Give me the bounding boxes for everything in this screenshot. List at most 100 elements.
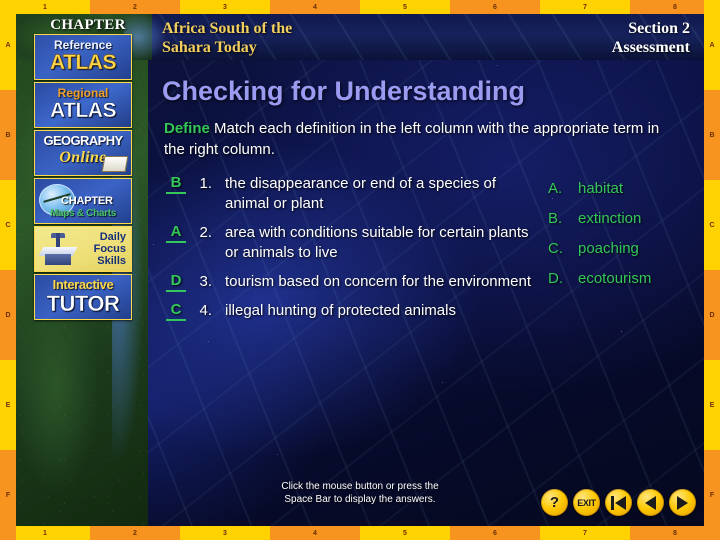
define-instructions-block: Define Match each definition in the left… (164, 118, 684, 160)
ruler-mark: F (704, 450, 720, 540)
help-button[interactable]: ? (541, 489, 568, 516)
ruler-mark: C (0, 180, 16, 270)
unit-title-line2: Sahara Today (162, 39, 257, 56)
answer-blank[interactable]: D (166, 272, 186, 292)
sidebar-item-geography-online[interactable]: GEOGRAPHY Online (34, 130, 132, 176)
definition-text: illegal hunting of protected animals (225, 302, 456, 319)
ruler-top: 12345678 (0, 0, 720, 14)
section-line1: Section 2 (628, 20, 690, 37)
slide-content: Reference ATLAS Regional ATLAS GEOGRAPHY… (16, 14, 704, 526)
term-letter: C. (548, 240, 563, 257)
ruler-mark: 6 (450, 526, 540, 540)
term-text: extinction (578, 210, 642, 227)
ruler-bottom: 12345678 (0, 526, 720, 540)
question-mark-icon: ? (549, 494, 560, 511)
reference-atlas-line1: Reference (53, 38, 113, 52)
previous-slide-button[interactable] (637, 489, 664, 516)
open-book-icon (101, 156, 129, 172)
ruler-mark: 7 (540, 0, 630, 14)
interactive-tutor-line2: TUTOR (46, 291, 120, 316)
term-item: B. extinction (548, 209, 704, 229)
ruler-mark: D (0, 270, 16, 360)
desk-lamp-icon (38, 233, 78, 265)
term-item: D. ecotourism (548, 269, 704, 289)
term-text: poaching (578, 240, 639, 257)
definition-item: D 3. tourism based on concern for the en… (166, 272, 536, 292)
next-slide-button[interactable] (669, 489, 696, 516)
item-number: 3. (199, 273, 212, 290)
ruler-mark: F (0, 450, 16, 540)
arrow-right-icon (677, 495, 688, 510)
first-slide-button[interactable] (605, 489, 632, 516)
ruler-mark: 2 (90, 0, 180, 14)
interactive-tutor-line1: Interactive (52, 277, 114, 292)
ruler-mark: D (704, 270, 720, 360)
definition-text: the disappearance or end of a species of… (225, 175, 497, 212)
define-instructions: Match each definition in the left column… (164, 120, 660, 158)
daily-line3: Skills (97, 255, 126, 267)
terms-column: A. habitat B. extinction C. poaching D. … (548, 179, 704, 299)
ruler-mark: 2 (90, 526, 180, 540)
define-label: Define (164, 120, 210, 137)
ruler-mark: B (0, 90, 16, 180)
ruler-mark: E (0, 360, 16, 450)
term-letter: D. (548, 270, 563, 287)
answer-blank[interactable]: A (166, 223, 186, 243)
term-text: ecotourism (578, 270, 652, 287)
ruler-mark: 7 (540, 526, 630, 540)
ruler-left: ABCDEF (0, 0, 16, 540)
sidebar-item-daily-focus-skills[interactable]: Daily Focus Skills (34, 226, 132, 272)
item-number: 1. (199, 175, 212, 192)
ruler-mark: 5 (360, 0, 450, 14)
sidebar-item-chapter-maps-charts[interactable]: CHAPTER Maps & Charts (34, 178, 132, 224)
regional-atlas-line2: ATLAS (50, 99, 117, 122)
ruler-mark: 4 (270, 526, 360, 540)
ruler-mark: B (704, 90, 720, 180)
daily-line2: Focus (93, 243, 126, 255)
reference-atlas-line2: ATLAS (50, 51, 117, 74)
ruler-mark: 6 (450, 0, 540, 14)
ruler-mark: 3 (180, 0, 270, 14)
term-text: habitat (578, 180, 624, 197)
ruler-mark: 4 (270, 0, 360, 14)
regional-atlas-line1: Regional (57, 86, 109, 100)
term-item: C. poaching (548, 239, 704, 259)
definitions-column: B 1. the disappearance or end of a speci… (166, 174, 536, 330)
chapter-maps-line1: CHAPTER (61, 195, 113, 207)
daily-line1: Daily (99, 231, 126, 243)
definition-text: area with conditions suitable for certai… (225, 224, 529, 261)
arrow-left-icon (645, 495, 656, 510)
ruler-right: ABCDEF (704, 0, 720, 540)
term-item: A. habitat (548, 179, 704, 199)
section-line2: Assessment (611, 39, 690, 56)
term-letter: A. (548, 180, 563, 197)
skip-back-icon (611, 495, 626, 510)
item-number: 2. (199, 224, 212, 241)
geography-online-line1: GEOGRAPHY (43, 133, 123, 148)
unit-title-line1: Africa South of the (162, 20, 293, 37)
daily-focus-skills-label: Daily Focus Skills (94, 231, 126, 267)
answer-blank[interactable]: C (166, 301, 186, 321)
definition-item: A 2. area with conditions suitable for c… (166, 223, 536, 263)
section-assessment-title: Section 2 Assessment (612, 19, 690, 57)
chapter-maps-line2: Maps & Charts (49, 208, 117, 219)
ruler-mark: 3 (180, 526, 270, 540)
term-letter: B. (548, 210, 563, 227)
page-title: Checking for Understanding (162, 76, 526, 106)
sidebar-item-reference-atlas[interactable]: Reference ATLAS (34, 34, 132, 80)
ruler-mark: A (704, 0, 720, 90)
item-number: 4. (199, 302, 212, 319)
ruler-mark: A (0, 0, 16, 90)
exit-button[interactable]: EXIT (573, 489, 600, 516)
ruler-mark: E (704, 360, 720, 450)
navigation-bar: ? EXIT (541, 489, 696, 516)
sidebar-item-interactive-tutor[interactable]: Interactive TUTOR (34, 274, 132, 320)
definition-text: tourism based on concern for the environ… (225, 273, 531, 290)
sidebar-item-regional-atlas[interactable]: Regional ATLAS (34, 82, 132, 128)
definition-item: C 4. illegal hunting of protected animal… (166, 301, 536, 321)
answer-blank[interactable]: B (166, 174, 186, 194)
unit-title: Africa South of the Sahara Today (162, 19, 292, 57)
slide-root: Reference ATLAS Regional ATLAS GEOGRAPHY… (0, 0, 720, 540)
ruler-mark: C (704, 180, 720, 270)
ruler-mark: 5 (360, 526, 450, 540)
